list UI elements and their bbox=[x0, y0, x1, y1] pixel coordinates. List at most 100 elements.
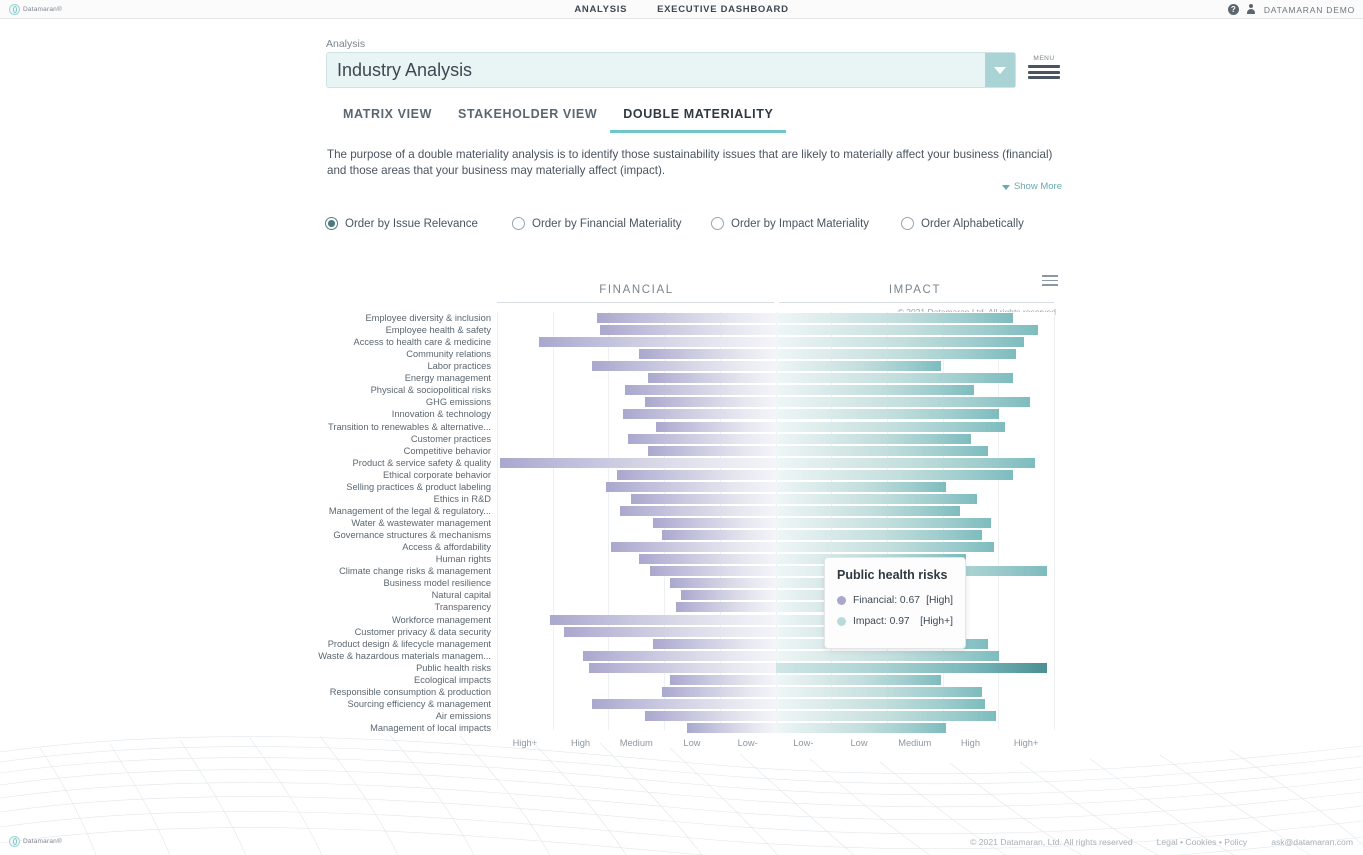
chart-row[interactable]: Water & wastewater management bbox=[351, 517, 1054, 529]
nav-analysis[interactable]: ANALYSIS bbox=[574, 4, 627, 15]
impact-bar[interactable] bbox=[776, 361, 941, 372]
chevron-down-icon[interactable] bbox=[985, 53, 1015, 87]
impact-bar[interactable] bbox=[776, 542, 994, 553]
chart-row[interactable]: Access & affordability bbox=[402, 541, 1054, 553]
help-icon[interactable]: ? bbox=[1227, 4, 1239, 15]
impact-bar[interactable] bbox=[776, 433, 972, 444]
chart-row[interactable]: Innovation & technology bbox=[392, 408, 1054, 420]
chart-row[interactable]: Energy management bbox=[405, 372, 1054, 384]
financial-bar[interactable] bbox=[675, 602, 776, 613]
show-more-button[interactable]: Show More bbox=[1001, 179, 1062, 195]
impact-bar[interactable] bbox=[776, 397, 1030, 408]
radio-order-by-financial-materiality[interactable]: Order by Financial Materiality bbox=[512, 217, 711, 230]
financial-bar[interactable] bbox=[605, 481, 776, 492]
financial-bar[interactable] bbox=[538, 337, 776, 348]
impact-bar[interactable] bbox=[776, 530, 983, 541]
tab-stakeholder-view[interactable]: STAKEHOLDER VIEW bbox=[445, 101, 610, 133]
financial-bar[interactable] bbox=[669, 578, 776, 589]
chart-row[interactable]: Employee health & safety bbox=[386, 324, 1054, 336]
financial-bar[interactable] bbox=[653, 518, 776, 529]
chart-row[interactable]: Management of the legal & regulatory... bbox=[329, 505, 1054, 517]
chart-row[interactable]: Sourcing efficiency & management bbox=[348, 698, 1054, 710]
financial-bar[interactable] bbox=[611, 542, 776, 553]
chart-row[interactable]: Governance structures & mechanisms bbox=[333, 529, 1054, 541]
chart-row[interactable]: GHG emissions bbox=[426, 396, 1054, 408]
financial-bar[interactable] bbox=[639, 554, 776, 565]
financial-bar[interactable] bbox=[616, 469, 776, 480]
impact-bar[interactable] bbox=[776, 650, 1000, 661]
chart-row[interactable]: Product & service safety & quality bbox=[353, 457, 1054, 469]
financial-bar[interactable] bbox=[644, 397, 776, 408]
tab-double-materiality[interactable]: DOUBLE MATERIALITY bbox=[610, 101, 787, 133]
financial-bar[interactable] bbox=[656, 421, 776, 432]
chart-row[interactable]: Ethics in R&D bbox=[434, 493, 1054, 505]
chart-row[interactable]: Climate change risks & management bbox=[339, 565, 1054, 577]
financial-bar[interactable] bbox=[589, 662, 776, 673]
chart-row[interactable]: Business model resilience bbox=[384, 577, 1054, 589]
chart-row[interactable]: Labor practices bbox=[427, 360, 1054, 372]
impact-bar[interactable] bbox=[776, 698, 986, 709]
chart-row[interactable]: Physical & sociopolitical risks bbox=[371, 384, 1054, 396]
impact-bar[interactable] bbox=[776, 349, 1016, 360]
user-name-label[interactable]: DATAMARAN DEMO bbox=[1264, 5, 1355, 15]
chart-row[interactable]: Employee diversity & inclusion bbox=[365, 312, 1054, 324]
footer-email-link[interactable]: ask@datamaran.com bbox=[1271, 837, 1353, 847]
financial-bar[interactable] bbox=[661, 530, 776, 541]
radio-order-alphabetically[interactable]: Order Alphabetically bbox=[901, 217, 1024, 230]
financial-bar[interactable] bbox=[653, 638, 776, 649]
radio-order-by-impact-materiality[interactable]: Order by Impact Materiality bbox=[711, 217, 901, 230]
impact-bar[interactable] bbox=[776, 337, 1025, 348]
impact-bar[interactable] bbox=[776, 457, 1036, 468]
tab-matrix-view[interactable]: MATRIX VIEW bbox=[330, 101, 445, 133]
financial-bar[interactable] bbox=[628, 433, 776, 444]
chart-row[interactable]: Selling practices & product labeling bbox=[346, 481, 1054, 493]
impact-bar[interactable] bbox=[776, 445, 989, 456]
chart-row[interactable]: Workforce management bbox=[392, 614, 1054, 626]
impact-bar[interactable] bbox=[776, 493, 977, 504]
impact-bar[interactable] bbox=[776, 385, 975, 396]
chart-row[interactable]: Customer practices bbox=[411, 433, 1054, 445]
impact-bar[interactable] bbox=[776, 373, 1014, 384]
impact-bar[interactable] bbox=[776, 409, 1000, 420]
chart-row[interactable]: Waste & hazardous materials managem... bbox=[318, 650, 1054, 662]
analysis-select[interactable]: Industry Analysis bbox=[326, 52, 1016, 88]
radio-order-by-issue-relevance[interactable]: Order by Issue Relevance bbox=[325, 217, 512, 230]
chart-row[interactable]: Public health risks bbox=[416, 662, 1054, 674]
impact-bar[interactable] bbox=[776, 481, 947, 492]
financial-bar[interactable] bbox=[499, 457, 776, 468]
chart-row[interactable]: Transition to renewables & alternative..… bbox=[328, 421, 1054, 433]
impact-bar[interactable] bbox=[776, 469, 1014, 480]
impact-bar[interactable] bbox=[776, 505, 961, 516]
chart-row[interactable]: Competitive behavior bbox=[404, 445, 1054, 457]
impact-bar[interactable] bbox=[776, 325, 1039, 336]
financial-bar[interactable] bbox=[591, 361, 776, 372]
user-avatar-icon[interactable] bbox=[1246, 4, 1257, 15]
impact-bar[interactable] bbox=[776, 421, 1005, 432]
financial-bar[interactable] bbox=[669, 674, 776, 685]
financial-bar[interactable] bbox=[650, 566, 776, 577]
financial-bar[interactable] bbox=[622, 409, 776, 420]
menu-button[interactable]: MENU bbox=[1028, 55, 1060, 82]
impact-bar[interactable] bbox=[776, 518, 991, 529]
chart-row[interactable]: Transparency bbox=[435, 601, 1054, 613]
financial-bar[interactable] bbox=[597, 313, 776, 323]
chart-row[interactable]: Product design & lifecycle management bbox=[328, 638, 1054, 650]
financial-bar[interactable] bbox=[639, 349, 776, 360]
financial-bar[interactable] bbox=[625, 385, 776, 396]
chart-row[interactable]: Responsible consumption & production bbox=[330, 686, 1054, 698]
financial-bar[interactable] bbox=[600, 325, 776, 336]
chart-row[interactable]: Community relations bbox=[406, 348, 1054, 360]
financial-bar[interactable] bbox=[563, 626, 776, 637]
chart-row[interactable]: Human rights bbox=[436, 553, 1054, 565]
chart-row[interactable]: Natural capital bbox=[432, 589, 1054, 601]
financial-bar[interactable] bbox=[661, 686, 776, 697]
financial-bar[interactable] bbox=[583, 650, 776, 661]
impact-bar[interactable] bbox=[776, 662, 1047, 673]
chart-row[interactable]: Ethical corporate behavior bbox=[383, 469, 1054, 481]
footer-legal-links[interactable]: Legal • Cookies • Policy bbox=[1157, 837, 1248, 847]
impact-bar[interactable] bbox=[776, 686, 983, 697]
financial-bar[interactable] bbox=[647, 373, 776, 384]
impact-bar[interactable] bbox=[776, 313, 1014, 323]
chart-row[interactable]: Ecological impacts bbox=[414, 674, 1054, 686]
chart-row[interactable]: Customer privacy & data security bbox=[355, 626, 1054, 638]
